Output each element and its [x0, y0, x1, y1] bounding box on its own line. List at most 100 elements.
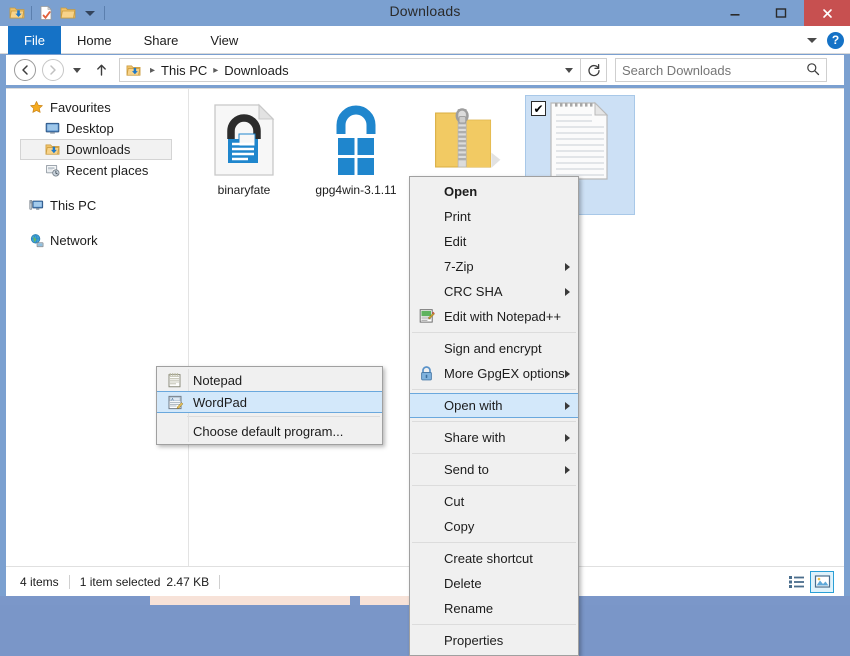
context-menu[interactable]: Open Print Edit 7-Zip CRC SHA: [409, 176, 579, 656]
context-menu-item-copy[interactable]: Copy: [410, 514, 578, 539]
context-menu-label-copy: Copy: [444, 519, 474, 534]
context-menu-label-send-to: Send to: [444, 462, 489, 477]
recent-places-icon: [44, 163, 60, 179]
navigation-pane: Favourites Desktop: [6, 89, 188, 566]
notepad-icon: [166, 371, 184, 389]
context-menu-item-rename[interactable]: Rename: [410, 596, 578, 621]
context-menu-separator: [412, 624, 576, 625]
desktop-icon: [44, 121, 60, 137]
search-box[interactable]: Search Downloads: [615, 58, 827, 82]
submenu-label-wordpad: WordPad: [193, 395, 247, 410]
gpg4win-installer-icon: [320, 101, 392, 179]
context-menu-label-print: Print: [444, 209, 471, 224]
padlock-icon: [418, 365, 435, 382]
search-icon[interactable]: [806, 62, 820, 79]
submenu-item-choose-default-program[interactable]: Choose default program...: [157, 420, 382, 442]
sidebar-item-this-pc[interactable]: This PC: [6, 195, 188, 216]
context-menu-item-edit-with-notepad-plus-plus[interactable]: Edit with Notepad++: [410, 304, 578, 329]
context-menu-item-create-shortcut[interactable]: Create shortcut: [410, 546, 578, 571]
breadcrumb-separator-1: ▸: [210, 65, 221, 76]
refresh-button[interactable]: [581, 58, 607, 82]
context-menu-item-more-gpgex-options[interactable]: More GpgEX options: [410, 361, 578, 386]
details-view-button[interactable]: [784, 571, 808, 593]
sidebar-gap-2: [6, 216, 188, 230]
submenu-arrow-icon: [565, 263, 570, 271]
context-menu-item-crc-sha[interactable]: CRC SHA: [410, 279, 578, 304]
context-menu-label-cut: Cut: [444, 494, 464, 509]
file-explorer-window: Downloads File Home Share View ?: [0, 0, 850, 605]
submenu-arrow-icon: [565, 370, 570, 378]
file-item-gpg4win[interactable]: gpg4win-3.1.11: [301, 95, 411, 215]
breadcrumb-this-pc[interactable]: This PC: [158, 63, 210, 78]
submenu-item-notepad[interactable]: Notepad: [157, 369, 382, 391]
tab-file[interactable]: File: [8, 26, 61, 54]
context-menu-item-open-with[interactable]: Open with: [410, 393, 578, 418]
maximize-button[interactable]: [758, 0, 804, 26]
context-menu-label-open: Open: [444, 184, 477, 199]
breadcrumb-separator-0: ▸: [147, 65, 158, 76]
status-separator-1: [69, 575, 70, 589]
context-menu-item-edit[interactable]: Edit: [410, 229, 578, 254]
close-button[interactable]: [804, 0, 850, 26]
file-label-binaryfate: binaryfate: [218, 183, 271, 197]
context-menu-separator: [412, 421, 576, 422]
large-icons-view-button[interactable]: [810, 571, 834, 593]
address-bar[interactable]: ▸ This PC ▸ Downloads: [119, 58, 581, 82]
status-item-count: 4 items: [20, 575, 59, 589]
submenu-item-wordpad[interactable]: A WordPad: [157, 391, 382, 413]
sidebar-item-network[interactable]: Network: [6, 230, 188, 251]
up-button[interactable]: [90, 63, 112, 77]
ribbon-tab-strip: File Home Share View ?: [0, 26, 850, 54]
context-menu-label-sign-and-encrypt: Sign and encrypt: [444, 341, 542, 356]
view-toggle-group: [784, 571, 844, 593]
tab-view[interactable]: View: [194, 26, 254, 54]
text-document-icon: [544, 102, 616, 180]
sidebar-item-downloads[interactable]: Downloads: [20, 139, 172, 160]
back-button[interactable]: [14, 59, 36, 81]
wordpad-icon: A: [166, 393, 184, 411]
context-menu-separator: [412, 389, 576, 390]
tab-share[interactable]: Share: [128, 26, 195, 54]
context-menu-label-crc-sha: CRC SHA: [444, 284, 503, 299]
context-menu-label-edit-with-notepad-plus-plus: Edit with Notepad++: [444, 309, 561, 324]
context-menu-item-open[interactable]: Open: [410, 179, 578, 204]
context-menu-item-properties[interactable]: Properties: [410, 628, 578, 653]
chevron-down-icon[interactable]: [807, 38, 817, 43]
context-menu-item-print[interactable]: Print: [410, 204, 578, 229]
address-dropdown-icon[interactable]: [558, 59, 580, 81]
sidebar-item-favourites[interactable]: Favourites: [6, 97, 188, 118]
search-input[interactable]: Search Downloads: [622, 63, 731, 78]
context-menu-item-sign-and-encrypt[interactable]: Sign and encrypt: [410, 336, 578, 361]
context-menu-separator: [412, 332, 576, 333]
tab-home[interactable]: Home: [61, 26, 128, 54]
submenu-arrow-icon: [565, 288, 570, 296]
minimize-button[interactable]: [712, 0, 758, 26]
selection-checkbox[interactable]: ✔: [531, 101, 546, 116]
sidebar-item-desktop[interactable]: Desktop: [6, 118, 188, 139]
sidebar-item-recent-places[interactable]: Recent places: [6, 160, 188, 181]
help-icon[interactable]: ?: [827, 32, 844, 49]
context-menu-item-send-to[interactable]: Send to: [410, 457, 578, 482]
context-menu-item-delete[interactable]: Delete: [410, 571, 578, 596]
sidebar-label-network: Network: [50, 233, 98, 248]
status-selection: 1 item selected: [80, 575, 161, 589]
submenu-label-choose-default-program: Choose default program...: [193, 424, 343, 439]
notepad-plus-plus-icon: [418, 308, 435, 325]
context-menu-label-rename: Rename: [444, 601, 493, 616]
forward-button[interactable]: [42, 59, 64, 81]
recent-locations-dropdown-icon[interactable]: [68, 68, 86, 73]
breadcrumb-downloads[interactable]: Downloads: [221, 63, 291, 78]
context-menu-label-open-with: Open with: [444, 398, 503, 413]
downloads-folder-icon: [44, 142, 60, 158]
status-info: 4 items 1 item selected 2.47 KB: [6, 575, 230, 589]
open-with-submenu[interactable]: Notepad A WordPad Choose default program…: [156, 366, 383, 445]
context-menu-separator: [412, 542, 576, 543]
submenu-arrow-icon: [565, 434, 570, 442]
file-item-binaryfate[interactable]: binaryfate: [189, 95, 299, 215]
navigation-bar: ▸ This PC ▸ Downloads Search Downloads: [6, 55, 844, 85]
context-menu-item-cut[interactable]: Cut: [410, 489, 578, 514]
context-menu-item-7-zip[interactable]: 7-Zip: [410, 254, 578, 279]
file-label-gpg4win: gpg4win-3.1.11: [315, 183, 396, 197]
context-menu-item-share-with[interactable]: Share with: [410, 425, 578, 450]
zip-folder-icon: [432, 101, 504, 179]
